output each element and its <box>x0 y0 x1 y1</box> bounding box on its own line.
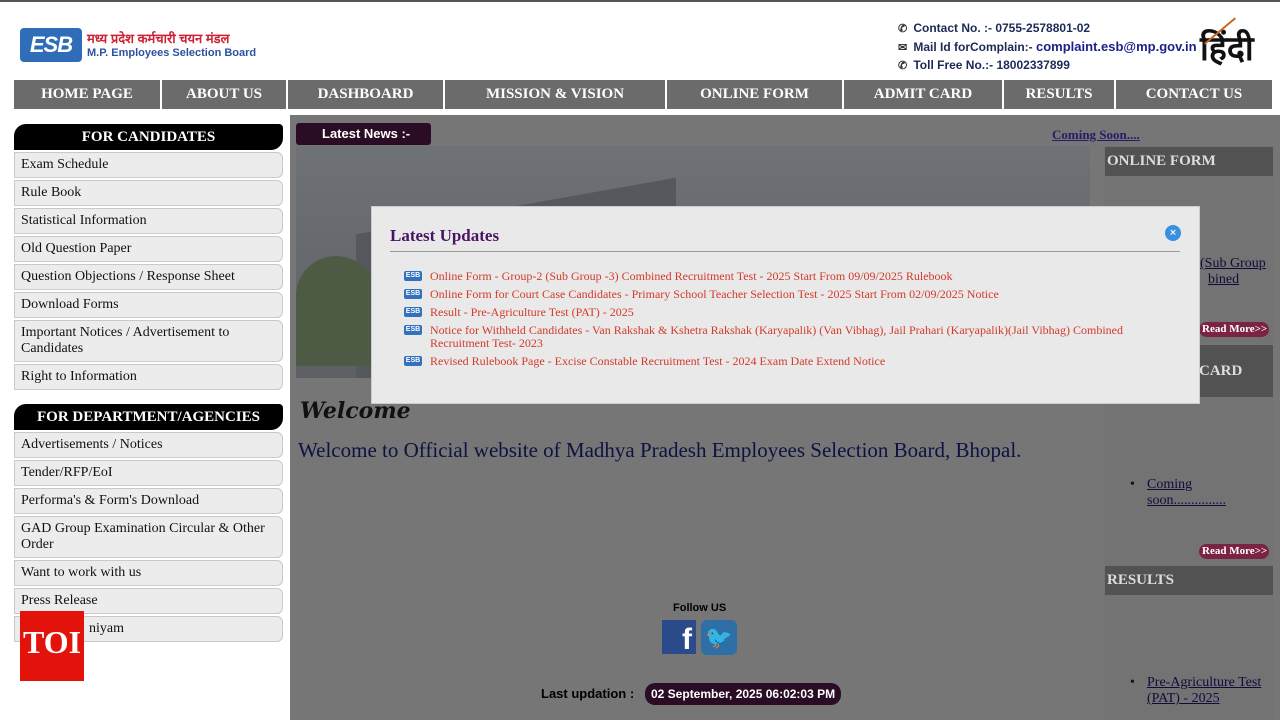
sidebar-item-old-question-paper[interactable]: Old Question Paper <box>14 236 283 262</box>
site-header: ESB मध्य प्रदेश कर्मचारी चयन मंडल M.P. E… <box>0 2 1280 80</box>
nav-online-form[interactable]: ONLINE FORM <box>667 80 844 109</box>
sidebar-item-advertisements[interactable]: Advertisements / Notices <box>14 432 283 458</box>
online-form-heading: ONLINE FORM <box>1105 147 1273 176</box>
candidates-heading: FOR CANDIDATES <box>14 124 283 150</box>
last-update-value: 02 September, 2025 06:02:03 PM <box>645 683 842 705</box>
modal-divider <box>390 251 1180 252</box>
nav-results[interactable]: RESULTS <box>1004 80 1116 109</box>
latest-updates-modal: Latest Updates × ESB Online Form - Group-… <box>371 206 1200 404</box>
twitter-icon[interactable]: 🐦 <box>701 620 737 655</box>
candidates-menu: FOR CANDIDATES Exam Schedule Rule Book S… <box>14 124 283 392</box>
hindi-label: हिंदी <box>1200 29 1254 69</box>
toll-free: Toll Free No.:- 18002337899 <box>913 58 1070 72</box>
esb-icon: ESB <box>404 325 422 335</box>
mail-icon: ✉ <box>898 42 908 54</box>
bullet: • <box>1130 477 1135 492</box>
sidebar-item-tender[interactable]: Tender/RFP/EoI <box>14 460 283 486</box>
contact-info: ✆ Contact No. :- 0755-2578801-02 ✉ Mail … <box>898 20 1197 75</box>
sidebar-item-gad-circular[interactable]: GAD Group Examination Circular & Other O… <box>14 516 283 558</box>
nav-about[interactable]: ABOUT US <box>162 80 288 109</box>
sidebar-item-question-objections[interactable]: Question Objections / Response Sheet <box>14 264 283 290</box>
sidebar-item-performa[interactable]: Performa's & Form's Download <box>14 488 283 514</box>
sidebar-item-download-forms[interactable]: Download Forms <box>14 292 283 318</box>
esb-logo[interactable]: ESB <box>20 26 84 66</box>
news-ticker-coming-soon[interactable]: Coming Soon.... <box>1052 127 1140 143</box>
esb-icon: ESB <box>404 289 422 299</box>
updates-list: ESB Online Form - Group-2 (Sub Group -3) … <box>404 270 1184 373</box>
facebook-icon[interactable]: f <box>662 620 696 656</box>
sidebar-item-statistical-info[interactable]: Statistical Information <box>14 208 283 234</box>
results-heading: RESULTS <box>1105 566 1273 595</box>
results-link-pat[interactable]: Pre-Agriculture Test (PAT) - 2025 <box>1147 675 1261 707</box>
logo-text: मध्य प्रदेश कर्मचारी चयन मंडल M.P. Emplo… <box>87 32 256 60</box>
latest-news-label: Latest News :- <box>296 123 431 145</box>
sidebar-item-rti[interactable]: Right to Information <box>14 364 283 390</box>
phone-icon: ✆ <box>898 60 908 72</box>
sidebar-item-work-with-us[interactable]: Want to work with us <box>14 560 283 586</box>
department-menu: FOR DEPARTMENT/AGENCIES Advertisements /… <box>14 404 283 644</box>
phone-icon: ✆ <box>898 23 908 35</box>
nav-home[interactable]: HOME PAGE <box>14 80 162 109</box>
online-form-link[interactable]: (Sub Group bined <box>1200 256 1266 288</box>
sidebar-item-important-notices[interactable]: Important Notices / Advertisement to Can… <box>14 320 283 362</box>
welcome-text: Welcome to Official website of Madhya Pr… <box>298 438 1022 462</box>
esb-icon: ESB <box>404 356 422 366</box>
update-item[interactable]: ESB Notice for Withheld Candidates - Van … <box>404 324 1184 350</box>
logo-badge: ESB <box>20 28 82 62</box>
tree-image <box>296 256 376 366</box>
modal-title: Latest Updates <box>390 226 500 245</box>
admit-card-read-more[interactable]: Read More>> <box>1199 544 1269 559</box>
online-form-read-more[interactable]: Read More>> <box>1199 322 1269 337</box>
update-item[interactable]: ESB Online Form for Court Case Candidates… <box>404 288 1184 301</box>
esb-icon: ESB <box>404 271 422 281</box>
follow-us-label: Follow US <box>673 602 727 614</box>
logo-english: M.P. Employees Selection Board <box>87 47 257 59</box>
nav-dashboard[interactable]: DASHBOARD <box>288 80 445 109</box>
nav-mission[interactable]: MISSION & VISION <box>445 80 667 109</box>
logo-hindi: मध्य प्रदेश कर्मचारी चयन मंडल <box>87 31 230 46</box>
admit-card-coming-soon-link[interactable]: Coming soon............... <box>1147 477 1226 509</box>
nav-contact[interactable]: CONTACT US <box>1116 80 1272 109</box>
toi-watermark-logo: TOI <box>20 611 84 681</box>
mail-link[interactable]: complaint.esb@mp.gov.in <box>1036 39 1197 54</box>
esb-icon: ESB <box>404 307 422 317</box>
contact-number: Contact No. :- 0755-2578801-02 <box>913 21 1091 35</box>
bullet: • <box>1130 675 1135 690</box>
hindi-language-toggle[interactable]: हिंदी <box>1200 17 1254 70</box>
sidebar-item-exam-schedule[interactable]: Exam Schedule <box>14 152 283 178</box>
mail-label: Mail Id forComplain:- <box>913 40 1033 54</box>
department-heading: FOR DEPARTMENT/AGENCIES <box>14 404 283 430</box>
update-item[interactable]: ESB Online Form - Group-2 (Sub Group -3) … <box>404 270 1184 283</box>
update-item[interactable]: ESB Result - Pre-Agriculture Test (PAT) -… <box>404 306 1184 319</box>
update-item[interactable]: ESB Revised Rulebook Page - Excise Consta… <box>404 355 1184 368</box>
nav-admit-card[interactable]: ADMIT CARD <box>844 80 1004 109</box>
close-icon[interactable]: × <box>1165 225 1181 241</box>
main-nav: HOME PAGE ABOUT US DASHBOARD MISSION & V… <box>14 80 1272 109</box>
sidebar-item-rule-book[interactable]: Rule Book <box>14 180 283 206</box>
last-update-label: Last updation : <box>541 686 635 701</box>
